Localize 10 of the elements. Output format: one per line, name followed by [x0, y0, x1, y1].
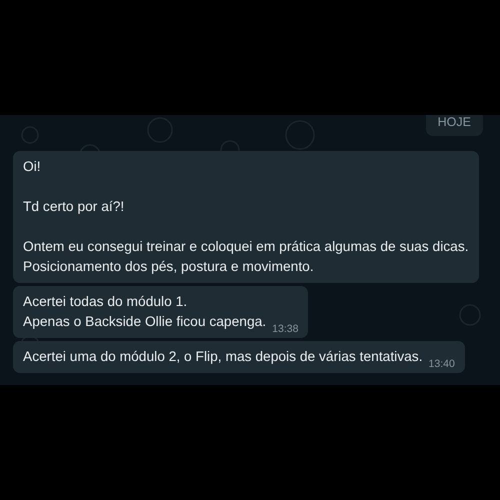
message-text: Apenas o Backside Ollie ficou capenga. [23, 313, 266, 331]
message-text: Acertei uma do módulo 2, o Flip, mas depois de várias tentativas. [23, 348, 423, 366]
date-badge: HOJE [426, 115, 483, 136]
message-text: Posicionamento dos pés, postura e movimento. [23, 258, 315, 276]
message-time: 13:38 [272, 323, 298, 335]
message-text: Acertei todas do módulo 1. [23, 293, 188, 311]
message-time: 13:40 [428, 358, 455, 370]
message-text: Oi! [23, 158, 42, 176]
message-text: Td certo por aí?! [23, 198, 126, 216]
message-text: Ontem eu consegui treinar e coloquei em prática algumas de suas dicas. [23, 238, 469, 256]
